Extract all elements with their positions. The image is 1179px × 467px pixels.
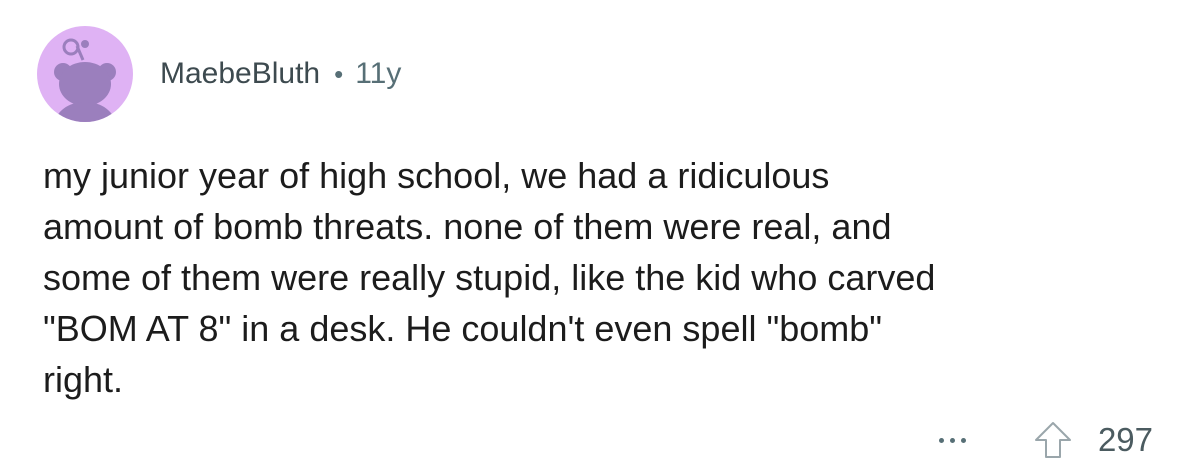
avatar[interactable] bbox=[37, 26, 133, 122]
comment-meta: MaebeBluth • 11y bbox=[160, 54, 401, 94]
author-username[interactable]: MaebeBluth bbox=[160, 57, 320, 91]
comment-age: 11y bbox=[355, 57, 402, 90]
meta-separator: • bbox=[334, 58, 344, 89]
ellipsis-icon bbox=[939, 437, 967, 443]
upvote-arrow-icon bbox=[1034, 422, 1071, 458]
more-options-button[interactable] bbox=[928, 420, 978, 460]
upvote-button[interactable] bbox=[1030, 417, 1076, 463]
comment-actions: 297 bbox=[928, 414, 1153, 466]
reddit-snoo-avatar-icon bbox=[37, 26, 133, 122]
vote-score: 297 bbox=[1097, 421, 1153, 458]
comment: MaebeBluth • 11y my junior year of high … bbox=[0, 0, 1179, 467]
comment-body: my junior year of high school, we had a … bbox=[43, 155, 936, 400]
